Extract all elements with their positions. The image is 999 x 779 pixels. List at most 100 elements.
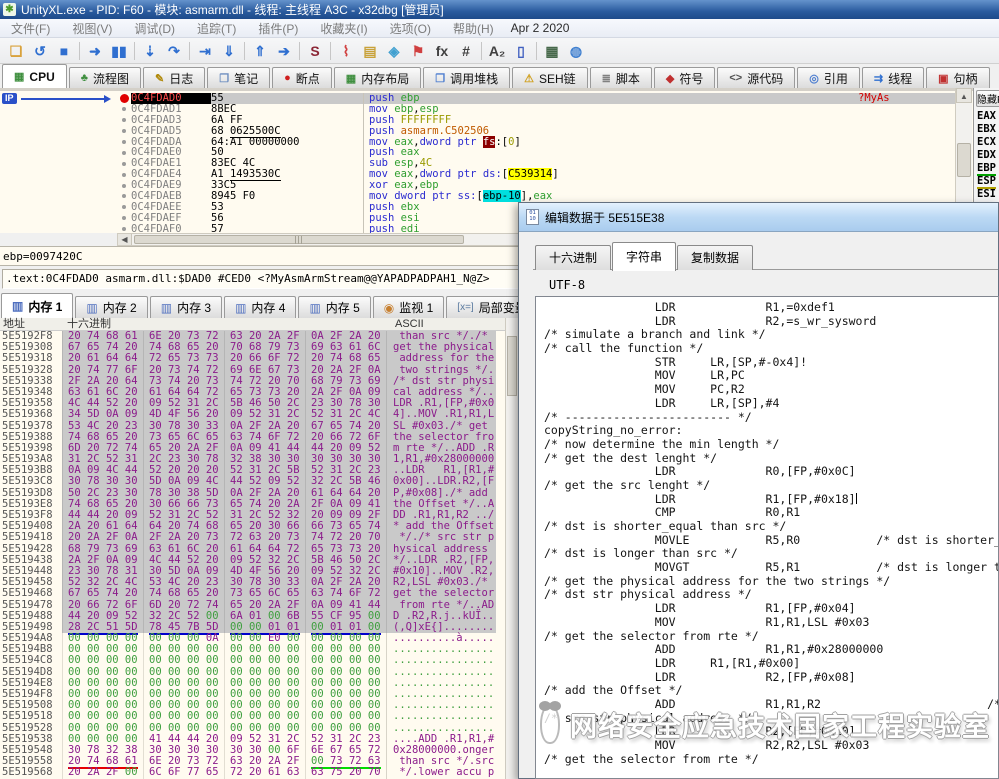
row-dot-icon	[117, 104, 131, 115]
tab-label: 句柄	[954, 70, 978, 87]
hscrollbar-thumb[interactable]: |||	[134, 235, 464, 244]
tab-main-11[interactable]: ◎引用	[797, 67, 860, 88]
tab-main-1[interactable]: ♣流程图	[69, 67, 141, 88]
dump-address: 5E519418	[0, 532, 62, 543]
open-file-icon[interactable]: ❏	[4, 40, 28, 62]
build-date-label: Apr 2 2020	[511, 21, 570, 35]
tab-main-4[interactable]: ●断点	[272, 67, 332, 88]
disasm-bytes: 56	[211, 213, 363, 224]
dump-tab-1[interactable]: ▥内存 2	[75, 296, 147, 318]
menu-item-4[interactable]: 插件(P)	[247, 20, 309, 37]
restart-icon[interactable]: ↺	[28, 40, 52, 62]
dump-tab-3[interactable]: ▥内存 4	[224, 296, 296, 318]
disasm-bytes: 53	[211, 202, 363, 213]
code-line: MOV PC,R2	[544, 383, 998, 397]
pause-icon[interactable]: ▮▮	[107, 40, 131, 62]
hide-fpu-button[interactable]: 隐藏FPU	[976, 90, 999, 107]
code-line: ADD R1,R1,#0x28000000	[544, 643, 998, 657]
step-out-icon[interactable]: ⇑	[248, 40, 272, 62]
dump-hex-group: 6C 6F 77 65	[143, 767, 224, 778]
dump-tab-5[interactable]: ◉监视 1	[373, 296, 445, 318]
code-line: MOVGT R5,R1 /* dst is longer than src */	[544, 561, 998, 575]
memory-icon: ▥	[309, 301, 320, 315]
patch-icon[interactable]: ⌇	[334, 40, 358, 62]
tab-main-3[interactable]: ❐笔记	[207, 67, 270, 88]
modules-icon[interactable]: ▯	[509, 40, 533, 62]
seh-chain-icon[interactable]: S	[303, 40, 327, 62]
tab-label: CPU	[29, 70, 54, 84]
step-into-icon[interactable]: ⇣	[138, 40, 162, 62]
row-dot-icon	[117, 169, 131, 180]
register-eax: EAX	[974, 110, 999, 123]
step-over-icon[interactable]: ↷	[162, 40, 186, 62]
disasm-row[interactable]: 0C4FDADA64:A1 00000000mov eax,dword ptr …	[117, 137, 955, 148]
globe-icon[interactable]: ◍	[564, 40, 588, 62]
seh-chain-icon: ⚠	[524, 72, 534, 85]
disasm-row[interactable]: 0C4FDAEB8945 F0mov dword ptr ss:[ebp-10]…	[117, 191, 955, 202]
stop-icon[interactable]: ■	[52, 40, 76, 62]
dump-tab-2[interactable]: ▥内存 3	[150, 296, 222, 318]
dialog-tab-1[interactable]: 字符串	[612, 242, 676, 271]
code-line: /* get the selector from rte */	[544, 753, 998, 767]
menu-item-6[interactable]: 选项(O)	[379, 20, 442, 37]
encoding-label: UTF-8	[549, 278, 585, 292]
disasm-row[interactable]: 0C4FDAD055push ebp?MyAs	[117, 93, 955, 104]
breakpoint-icon: ●	[284, 72, 291, 84]
scroll-up-icon[interactable]: ▲	[956, 88, 972, 103]
function-icon[interactable]: fx	[430, 40, 454, 62]
toolbar-separator	[536, 42, 537, 60]
dump-row[interactable]: 5E51956820 2A 2F 006C 6F 77 6572 20 61 6…	[0, 767, 520, 778]
hash-icon[interactable]: #	[454, 40, 478, 62]
tab-main-7[interactable]: ⚠SEH链	[512, 67, 588, 88]
calculator-icon[interactable]: ▦	[540, 40, 564, 62]
dump-scrollbar[interactable]	[505, 318, 518, 779]
register-esi: ESI	[974, 188, 999, 201]
tab-main-5[interactable]: ▦内存布局	[334, 67, 421, 88]
scrollbar-thumb[interactable]	[507, 336, 517, 396]
dump-ascii: 0x00]..LDR.R2,[F	[386, 476, 496, 487]
dump-tab-4[interactable]: ▥内存 5	[298, 296, 370, 318]
dump-ascii: ................	[386, 655, 496, 666]
dialog-tab-0[interactable]: 十六进制	[535, 245, 611, 270]
dump-address: 5E519378	[0, 421, 62, 432]
tab-main-10[interactable]: <>源代码	[717, 67, 795, 88]
disasm-row[interactable]: 0C4FDAD18BECmov ebp,esp	[117, 104, 955, 115]
menu-item-7[interactable]: 帮助(H)	[442, 20, 505, 37]
menu-item-1[interactable]: 视图(V)	[61, 20, 123, 37]
run-to-user-code-icon[interactable]: ➔	[272, 40, 296, 62]
code-line: /* now determine the min length */	[544, 438, 998, 452]
bookmark-icon[interactable]: ⚑	[406, 40, 430, 62]
menu-item-5[interactable]: 收藏夹(I)	[309, 20, 378, 37]
register-ebx: EBX	[974, 123, 999, 136]
toolbar: ❏↺■ ➜▮▮ ⇣↷ ⇥⇓ ⇑➔ S ⌇▤◈⚑fx# A₂▯ ▦◍	[0, 38, 999, 64]
dump-tab-0[interactable]: ▥内存 1	[1, 293, 73, 318]
dump-ascii: 4]..MOV .R1,R1,L	[386, 409, 496, 420]
text-encoding-icon[interactable]: A₂	[485, 40, 509, 62]
tab-main-9[interactable]: ◆符号	[654, 67, 715, 88]
execute-till-return-icon[interactable]: ⇥	[193, 40, 217, 62]
toolbar-separator	[134, 42, 135, 60]
menu-item-3[interactable]: 追踪(T)	[186, 20, 247, 37]
label-icon[interactable]: ◈	[382, 40, 406, 62]
tab-main-2[interactable]: ✎日志	[143, 67, 205, 88]
main-tab-bar: ▦CPU♣流程图✎日志❐笔记●断点▦内存布局❒调用堆栈⚠SEH链≣脚本◆符号<>…	[0, 64, 999, 88]
scrollbar-thumb[interactable]	[957, 143, 971, 177]
menu-item-2[interactable]: 调试(D)	[123, 20, 186, 37]
scroll-left-icon[interactable]: ◀	[118, 234, 132, 245]
dialog-titlebar[interactable]: 01 10 编辑数据于 5E515E38	[519, 203, 998, 232]
run-to-cursor-icon[interactable]: ⇓	[217, 40, 241, 62]
menu-item-0[interactable]: 文件(F)	[0, 20, 61, 37]
string-edit-textarea[interactable]: LDR R1,=0xdef1 LDR R2,=s_wr_sysword/* si…	[535, 296, 999, 779]
disasm-row[interactable]: 0C4FDAE4A1 1493530Cmov eax,dword ptr ds:…	[117, 169, 955, 180]
tab-main-6[interactable]: ❒调用堆栈	[423, 67, 510, 88]
code-line: /* ------------------------ */	[544, 411, 998, 425]
tab-main-13[interactable]: ▣句柄	[926, 67, 989, 88]
dialog-tab-2[interactable]: 复制数据	[677, 245, 753, 270]
code-line: /* dst is longer than src */	[544, 547, 998, 561]
tab-cpu[interactable]: ▦CPU	[2, 64, 67, 88]
tab-main-8[interactable]: ≣脚本	[590, 67, 652, 88]
tab-main-12[interactable]: ⇉线程	[862, 67, 924, 88]
symbols-icon: ◆	[666, 72, 674, 85]
comment-icon[interactable]: ▤	[358, 40, 382, 62]
run-icon[interactable]: ➜	[83, 40, 107, 62]
